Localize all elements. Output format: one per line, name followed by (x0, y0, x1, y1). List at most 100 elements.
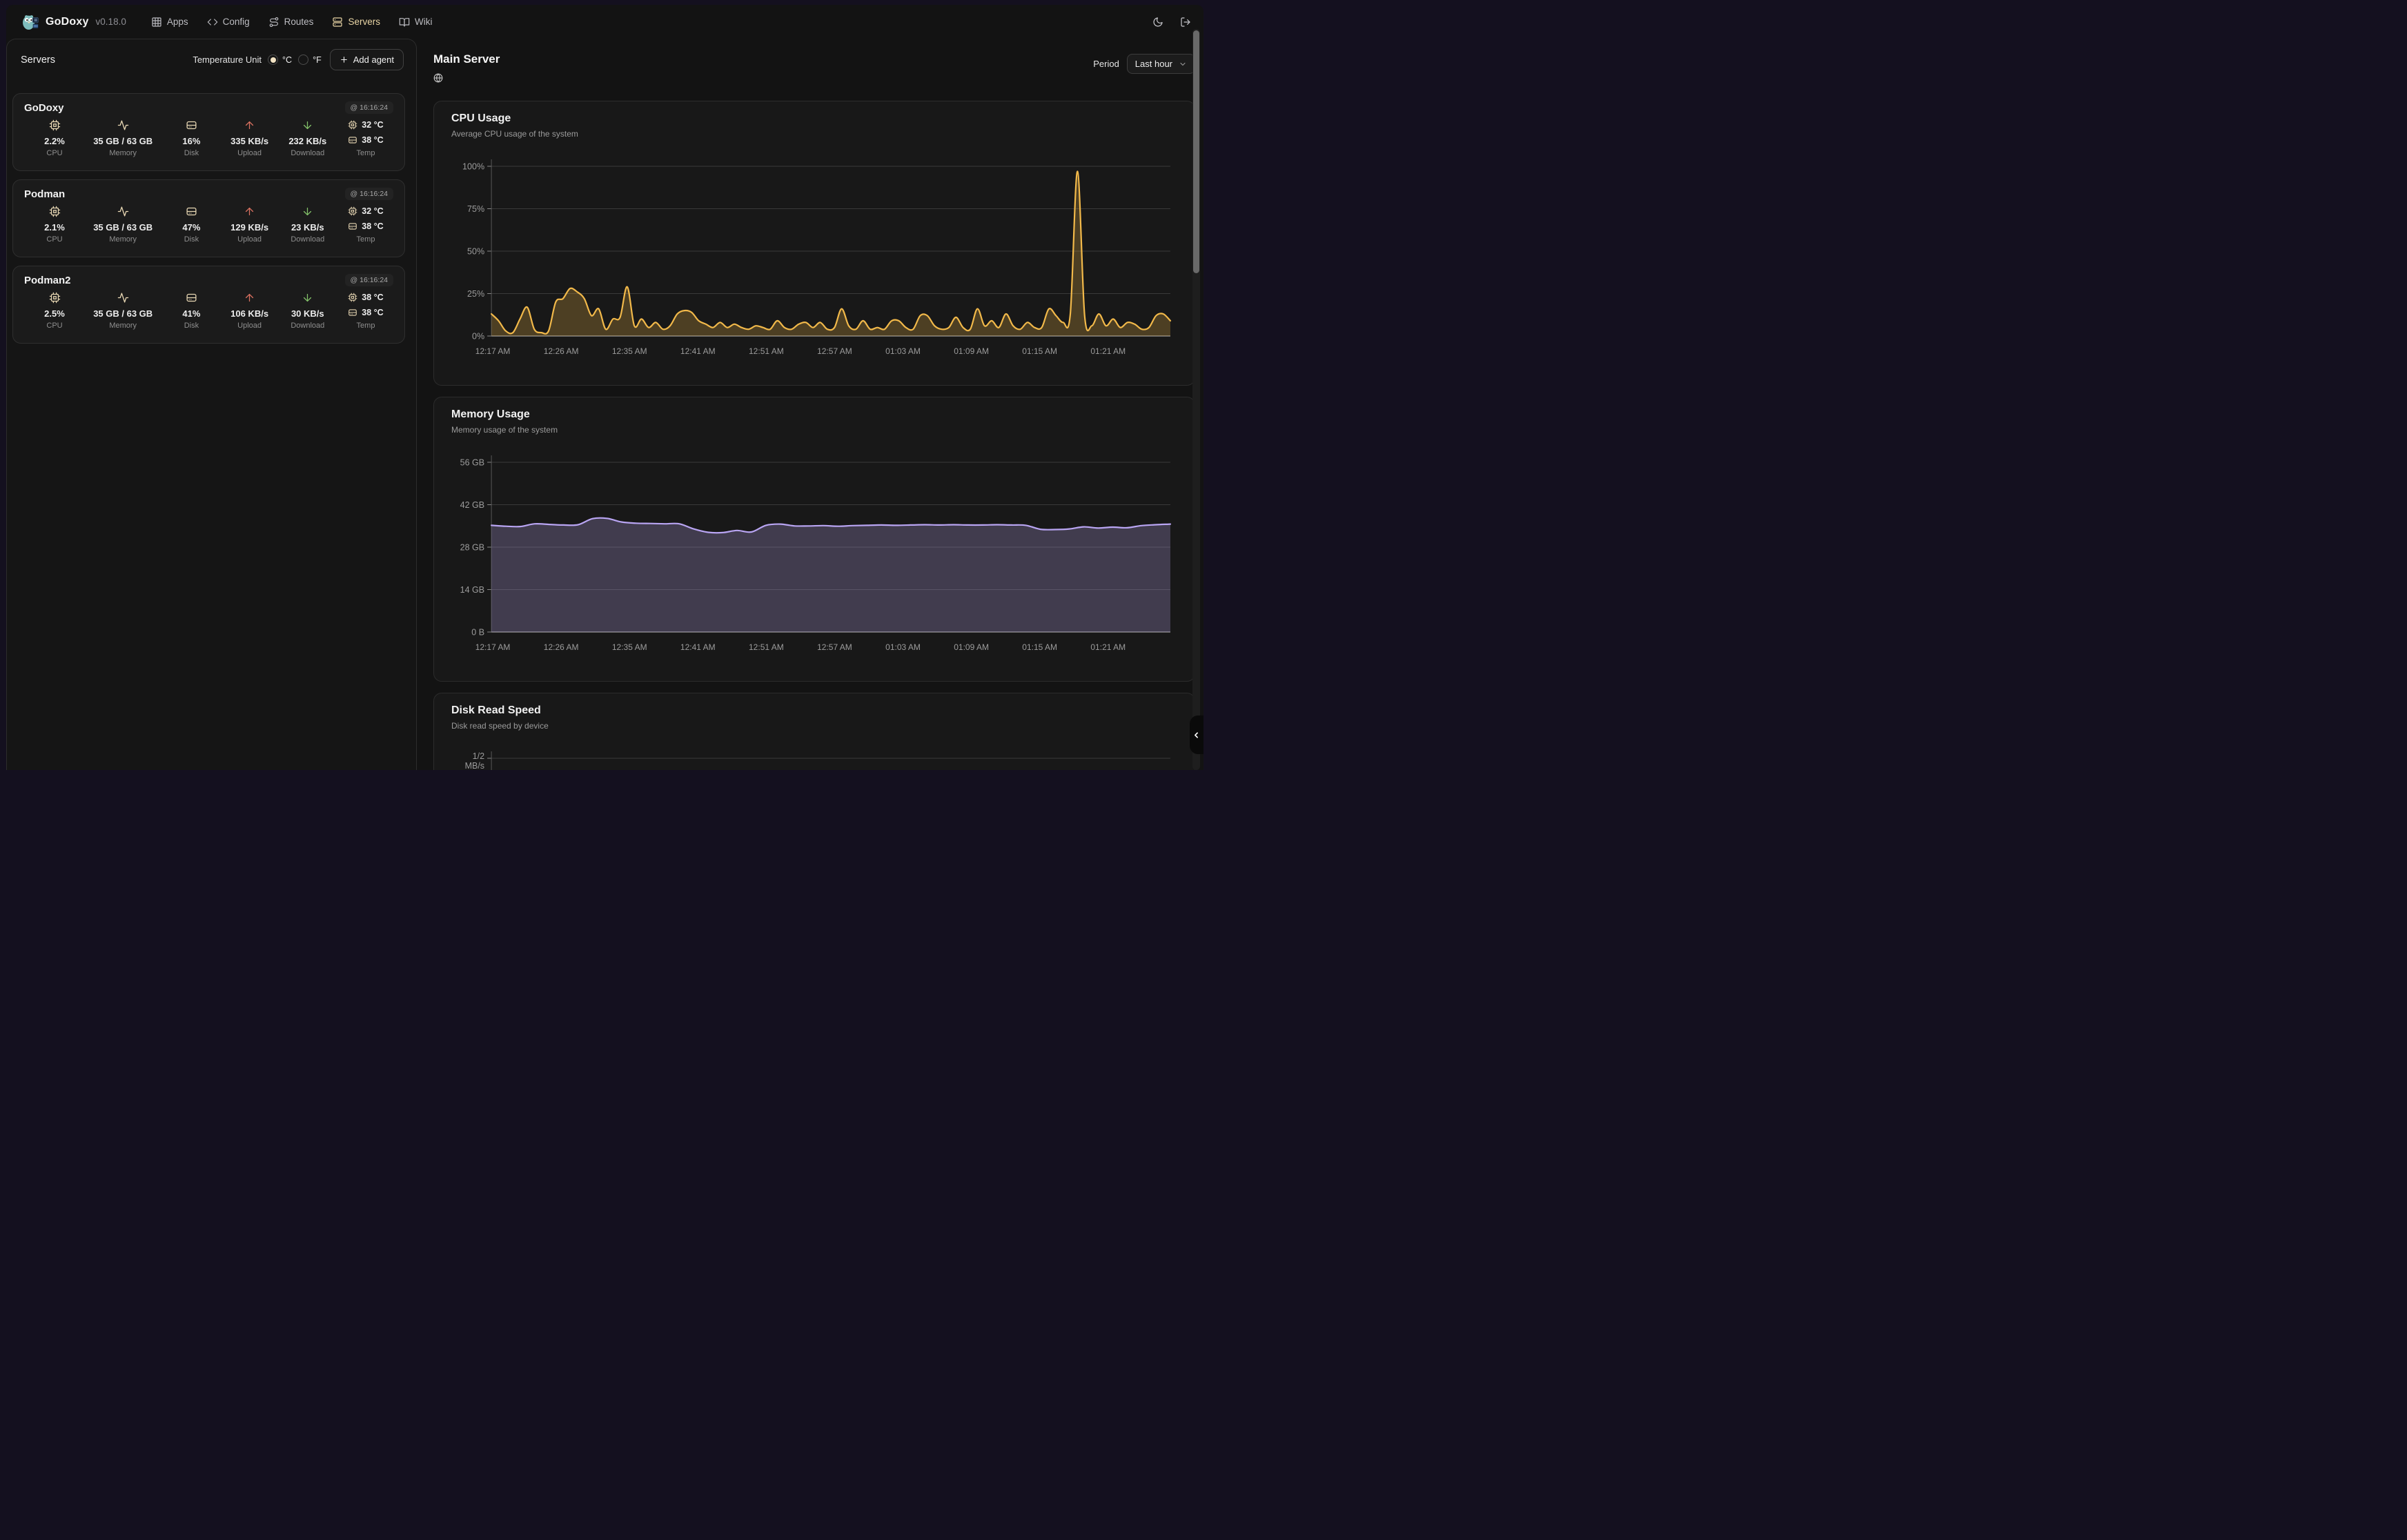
charts-column: CPU Usage Average CPU usage of the syste… (433, 101, 1195, 770)
cpu-temp-row: 32 °C (348, 205, 383, 217)
server-timestamp-badge: @ 16:16:24 (345, 274, 393, 286)
upload-value: 335 KB/s (230, 136, 268, 146)
svg-text:12:51 AM: 12:51 AM (749, 642, 784, 652)
svg-text:12:26 AM: 12:26 AM (544, 642, 579, 652)
hard-drive-icon (186, 291, 197, 304)
temperature-unit-group: Temperature Unit °C °F (193, 55, 321, 65)
nav-item-wiki[interactable]: Wiki (399, 17, 433, 28)
svg-text:12:26 AM: 12:26 AM (544, 346, 579, 356)
brand[interactable]: GoDoxy v0.18.0 (21, 13, 126, 31)
radio-fahrenheit[interactable]: °F (298, 55, 322, 65)
memory-value: 35 GB / 63 GB (93, 308, 153, 319)
book-open-icon (399, 17, 410, 28)
disk-temp-value: 38 °C (362, 308, 383, 317)
download-label: Download (291, 149, 324, 157)
server-timestamp-badge: @ 16:16:24 (345, 101, 393, 114)
svg-text:01:03 AM: 01:03 AM (885, 642, 921, 652)
svg-text:28 GB: 28 GB (460, 543, 484, 553)
chart-subtitle: Memory usage of the system (451, 425, 1177, 435)
nav-items: Apps Config Routes Servers Wiki (151, 17, 433, 28)
stat-upload: 335 KB/s Upload (230, 119, 269, 157)
nav-item-config[interactable]: Config (207, 17, 250, 28)
cpu-temp-value: 32 °C (362, 120, 383, 130)
arrow-up-icon (244, 291, 255, 304)
memory-label: Memory (109, 322, 137, 330)
nav-item-servers[interactable]: Servers (332, 17, 380, 28)
svg-text:12:41 AM: 12:41 AM (680, 642, 716, 652)
memory-label: Memory (109, 235, 137, 244)
hard-drive-icon (186, 119, 197, 131)
radio-fahrenheit-label: °F (313, 55, 322, 65)
radio-celsius-control[interactable] (268, 55, 278, 65)
brand-name: GoDoxy (46, 16, 89, 28)
scrollbar-track[interactable] (1192, 29, 1200, 770)
dark-mode-toggle[interactable] (1152, 17, 1163, 28)
server-name: GoDoxy (24, 102, 64, 114)
disk-temp-value: 38 °C (362, 221, 383, 231)
nav-item-label: Apps (167, 17, 188, 27)
nav-item-label: Wiki (415, 17, 433, 27)
stat-cpu: 2.5% CPU (35, 291, 74, 330)
plus-icon (340, 55, 348, 64)
svg-text:01:03 AM: 01:03 AM (885, 346, 921, 356)
download-label: Download (291, 235, 324, 244)
svg-text:01:15 AM: 01:15 AM (1022, 642, 1057, 652)
servers-sidebar: Servers Temperature Unit °C °F (6, 39, 417, 770)
stat-cpu: 2.1% CPU (35, 205, 74, 244)
stat-temp: 32 °C 38 °C Temp (346, 119, 385, 157)
radio-fahrenheit-control[interactable] (298, 55, 308, 65)
navbar: GoDoxy v0.18.0 Apps Config Routes (6, 5, 1204, 39)
nav-item-apps[interactable]: Apps (151, 17, 188, 28)
globe-icon (433, 73, 500, 86)
server-card[interactable]: Podman @ 16:16:24 2.1% CPU 35 GB / 63 GB… (12, 179, 405, 257)
hard-drive-icon (186, 205, 197, 217)
svg-text:01:09 AM: 01:09 AM (954, 642, 989, 652)
scrollbar-thumb[interactable] (1193, 30, 1199, 273)
brand-version: v0.18.0 (96, 17, 126, 27)
nav-item-routes[interactable]: Routes (268, 17, 314, 28)
svg-text:01:21 AM: 01:21 AM (1090, 642, 1126, 652)
svg-text:12:17 AM: 12:17 AM (475, 346, 511, 356)
cpu-label: CPU (46, 149, 62, 157)
period-select[interactable]: Last hour (1127, 54, 1195, 74)
disk-label: Disk (184, 322, 199, 330)
memory-value: 35 GB / 63 GB (93, 136, 153, 146)
route-icon (268, 17, 279, 28)
app-container: GoDoxy v0.18.0 Apps Config Routes (6, 5, 1204, 770)
memory-label: Memory (109, 149, 137, 157)
cpu-temp-row: 38 °C (348, 291, 383, 304)
server-card[interactable]: Podman2 @ 16:16:24 2.5% CPU 35 GB / 63 G… (12, 266, 405, 344)
server-card[interactable]: GoDoxy @ 16:16:24 2.2% CPU 35 GB / 63 GB… (12, 93, 405, 171)
content-row: Servers Temperature Unit °C °F (6, 39, 1204, 770)
svg-text:01:15 AM: 01:15 AM (1022, 346, 1057, 356)
chart-subtitle: Average CPU usage of the system (451, 129, 1177, 139)
svg-text:1/2: 1/2 (473, 751, 484, 761)
radio-celsius[interactable]: °C (268, 55, 292, 65)
svg-text:0 B: 0 B (471, 628, 484, 638)
hard-drive-icon (348, 221, 357, 231)
svg-text:01:21 AM: 01:21 AM (1090, 346, 1126, 356)
cpu-temp-value: 38 °C (362, 293, 383, 302)
activity-icon (117, 291, 129, 304)
server-card-list: GoDoxy @ 16:16:24 2.2% CPU 35 GB / 63 GB… (12, 93, 405, 344)
page-title: Main Server (433, 52, 500, 66)
cpu-chip-icon (49, 119, 61, 131)
stat-disk: 16% Disk (172, 119, 210, 157)
disk-label: Disk (184, 235, 199, 244)
add-agent-button[interactable]: Add agent (330, 49, 404, 70)
chart-subtitle: Disk read speed by device (451, 721, 1177, 731)
download-value: 30 KB/s (291, 308, 324, 319)
panel-collapse-tab[interactable] (1190, 715, 1204, 754)
server-timestamp-badge: @ 16:16:24 (345, 188, 393, 200)
logout-button[interactable] (1180, 17, 1191, 28)
disk-temp-value: 38 °C (362, 135, 383, 145)
download-value: 23 KB/s (291, 222, 324, 233)
chart-title: Disk Read Speed (451, 704, 1177, 717)
server-card-head: Podman @ 16:16:24 (24, 188, 393, 200)
cpu-value: 2.1% (44, 222, 65, 233)
memory-usage-chart-card: Memory Usage Memory usage of the system … (433, 397, 1195, 682)
code-icon (207, 17, 218, 28)
arrow-down-icon (302, 291, 313, 304)
temp-label: Temp (357, 235, 375, 244)
cpu-chip-icon (49, 205, 61, 217)
